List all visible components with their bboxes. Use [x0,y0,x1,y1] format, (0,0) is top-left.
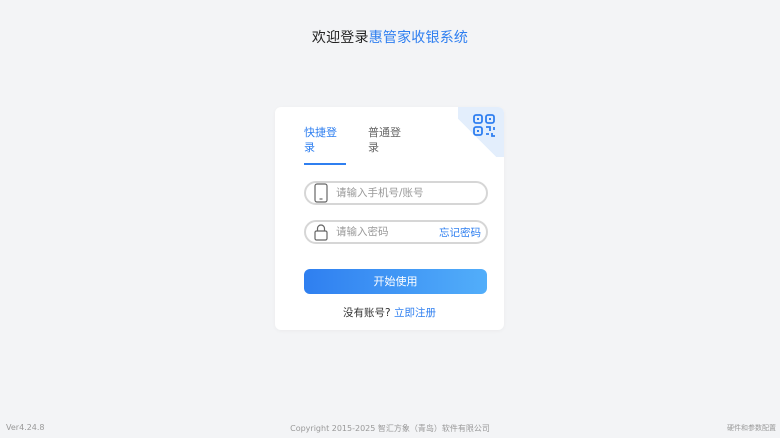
tab-normal-login[interactable]: 普通登录 [368,125,410,155]
login-tabs: 快捷登录 普通登录 [304,125,454,165]
hardware-config-link[interactable]: 硬件和参数配置 [727,423,776,433]
tab-quick-login[interactable]: 快捷登录 [304,125,346,155]
page-title: 欢迎登录惠管家收银系统 [0,27,780,47]
login-card: 快捷登录 普通登录 忘记密码 开始使用 没有账号? 立即注册 [275,107,504,330]
password-input[interactable] [332,226,439,238]
start-button[interactable]: 开始使用 [304,269,487,294]
register-link[interactable]: 立即注册 [394,307,436,319]
phone-account-input[interactable] [332,187,486,199]
phone-icon [310,183,332,203]
title-prefix: 欢迎登录 [311,30,369,46]
no-account-text: 没有账号? [343,307,391,319]
register-prompt: 没有账号? 立即注册 [275,305,504,320]
copyright-text: Copyright 2015-2025 智汇方象（青岛）软件有限公司 [290,424,490,433]
phone-field [304,181,488,205]
qr-login-toggle[interactable] [458,107,504,157]
active-tab-indicator [304,163,346,165]
forgot-password-link[interactable]: 忘记密码 [439,225,481,240]
lock-icon [310,222,332,242]
password-field: 忘记密码 [304,220,488,244]
qr-code-icon [473,114,495,137]
title-brand: 惠管家收银系统 [368,30,469,46]
